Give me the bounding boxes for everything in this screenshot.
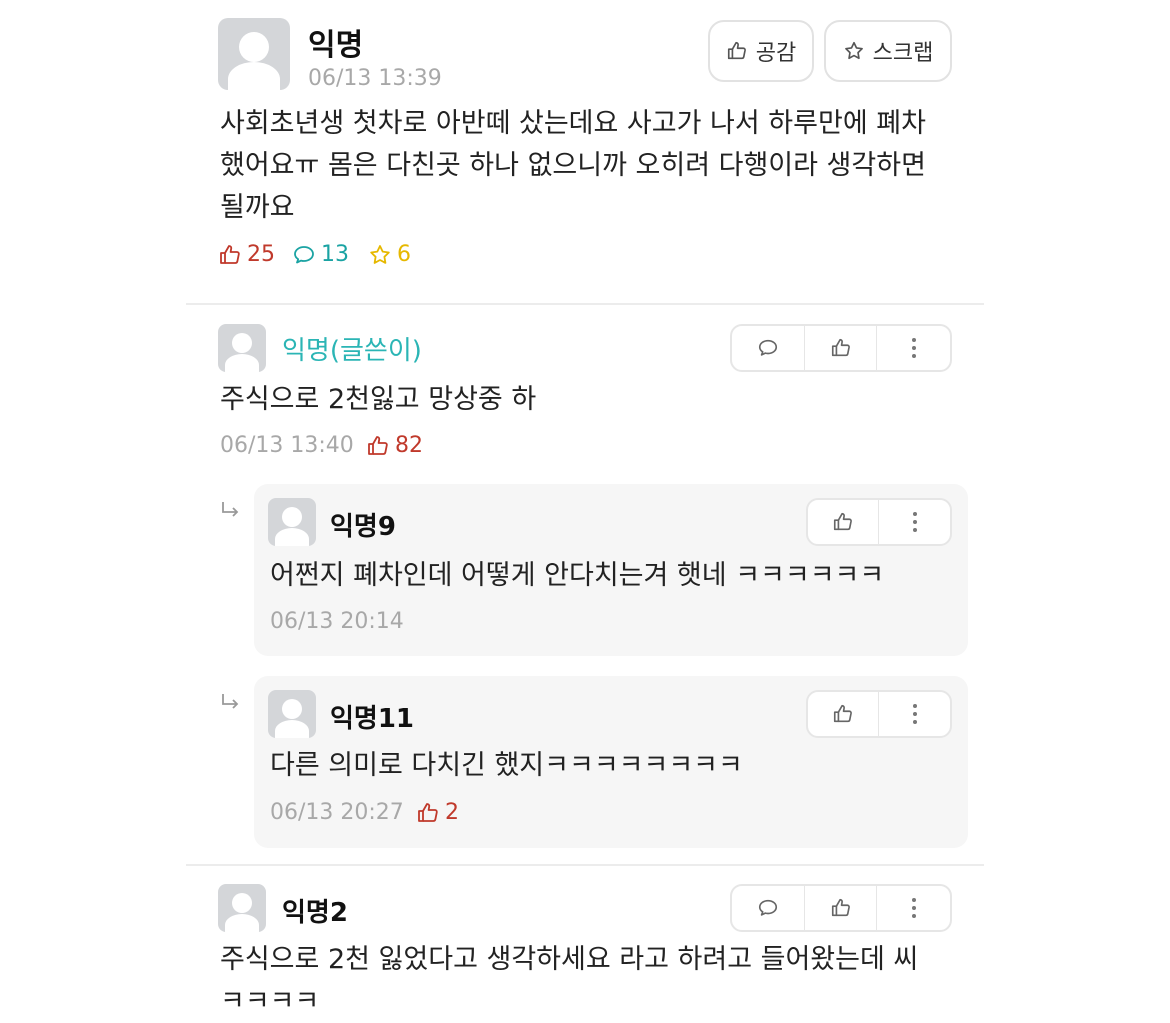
avatar[interactable] <box>218 884 266 932</box>
reply-time: 06/13 20:27 <box>270 800 404 825</box>
divider <box>186 303 984 305</box>
divider <box>186 864 984 866</box>
thumbs-up-icon <box>832 703 854 725</box>
reply-button[interactable] <box>732 326 805 370</box>
more-vertical-icon <box>911 337 917 359</box>
reply-time: 06/13 20:14 <box>270 609 404 634</box>
like-button[interactable] <box>805 326 878 370</box>
post-comment-count: 13 <box>292 242 349 267</box>
comment-text: 주식으로 2천잃고 망상중 하 <box>220 384 537 415</box>
thumbs-up-icon <box>366 434 390 458</box>
empathy-button[interactable]: 공감 <box>708 20 814 82</box>
comment-time: 06/13 13:40 <box>220 433 354 458</box>
avatar[interactable] <box>218 18 290 90</box>
thumbs-up-icon <box>416 801 440 825</box>
star-icon <box>843 40 865 62</box>
more-vertical-icon <box>911 897 917 919</box>
post-body-line: 사회초년생 첫차로 아반떼 샀는데요 사고가 나서 하루만에 폐차 <box>220 108 926 139</box>
reply-text: 다른 의미로 다치긴 했지ㅋㅋㅋㅋㅋㅋㅋㅋ <box>270 750 743 781</box>
thumbs-up-icon <box>726 40 748 62</box>
post-time: 06/13 13:39 <box>308 66 442 91</box>
comment-author: 익명(글쓴이) <box>282 336 422 366</box>
like-button[interactable] <box>808 500 879 544</box>
scrap-label: 스크랩 <box>872 41 934 66</box>
comment-bubble-icon <box>757 897 779 919</box>
comment-author: 익명2 <box>282 898 348 928</box>
post-scrap-count: 6 <box>368 242 411 267</box>
more-button[interactable] <box>877 886 950 930</box>
reply-author: 익명11 <box>330 704 415 734</box>
more-button[interactable] <box>877 326 950 370</box>
thumbs-up-icon <box>830 897 852 919</box>
post-body-line: 될까요 <box>220 192 295 223</box>
like-button[interactable] <box>808 692 879 736</box>
reply-button[interactable] <box>732 886 805 930</box>
post-like-count: 25 <box>218 242 275 267</box>
comment-text-line: ㅋㅋㅋㅋ <box>220 986 320 1017</box>
reply-arrow-icon <box>218 690 242 714</box>
comment-like-count: 82 <box>366 433 423 458</box>
post-author: 익명 <box>308 28 364 63</box>
more-button[interactable] <box>879 692 950 736</box>
thumbs-up-icon <box>832 511 854 533</box>
post-body-line: 했어요ㅠ 몸은 다친곳 하나 없으니까 오히려 다행이라 생각하면 <box>220 150 926 181</box>
like-button[interactable] <box>805 886 878 930</box>
more-vertical-icon <box>912 703 918 725</box>
reply-author: 익명9 <box>330 512 396 542</box>
avatar[interactable] <box>218 324 266 372</box>
star-icon <box>368 243 392 267</box>
comment-bubble-icon <box>757 337 779 359</box>
thumbs-up-icon <box>830 337 852 359</box>
reply-like-count: 2 <box>416 800 459 825</box>
comment-bubble-icon <box>292 243 316 267</box>
avatar[interactable] <box>268 690 316 738</box>
more-vertical-icon <box>912 511 918 533</box>
reply-text: 어쩐지 폐차인데 어떻게 안다치는겨 햇네 ㅋㅋㅋㅋㅋㅋ <box>270 560 885 591</box>
thumbs-up-icon <box>218 243 242 267</box>
scrap-button[interactable]: 스크랩 <box>824 20 952 82</box>
empathy-label: 공감 <box>755 41 797 66</box>
reply-arrow-icon <box>218 498 242 522</box>
avatar[interactable] <box>268 498 316 546</box>
reply-actions <box>806 690 952 738</box>
more-button[interactable] <box>879 500 950 544</box>
reply-actions <box>806 498 952 546</box>
comment-actions <box>730 884 952 932</box>
comment-text-line: 주식으로 2천 잃었다고 생각하세요 라고 하려고 들어왔는데 씨 <box>220 944 919 975</box>
comment-actions <box>730 324 952 372</box>
